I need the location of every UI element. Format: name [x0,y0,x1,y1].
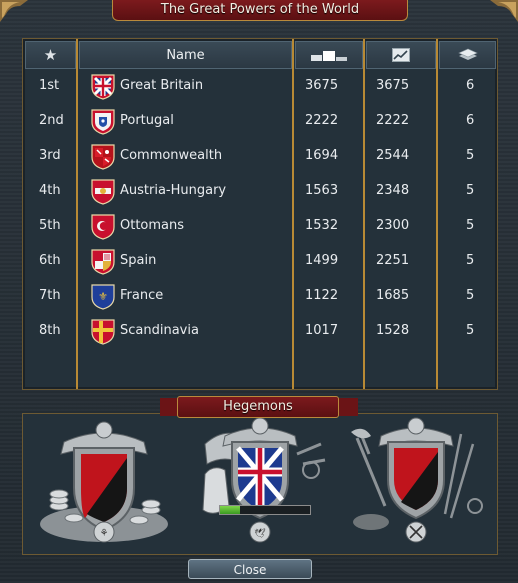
table-row[interactable]: 6th Spain 1499 2251 5 [23,244,497,279]
country-name: Austria-Hungary [120,183,227,198]
score-value: 1532 [305,218,339,233]
score-column-header[interactable] [295,41,363,69]
table-row[interactable]: 8th Scandinavia 1017 1528 5 [23,314,497,349]
hegemon-progress-fill [220,506,240,514]
hegemons-title: Hegemons [177,396,339,418]
svg-text:🕊: 🕊 [254,527,266,539]
corner-ornament-icon [490,0,518,22]
rank-label: 8th [39,323,61,338]
window-title: The Great Powers of the World [112,0,408,21]
banner-ribbon-right [338,398,358,416]
score-value: 1122 [305,288,339,303]
star-icon: ★ [43,46,58,64]
country-name: Scandinavia [120,323,199,338]
great-powers-window: The Great Powers of the World ★ Name 1st… [0,0,518,583]
score-value: 1694 [305,148,339,163]
score-value: 3675 [305,78,339,93]
provinces-value: 5 [466,218,475,233]
table-row[interactable]: 3rd Commonwealth 1694 2544 5 [23,139,497,174]
provinces-value: 5 [466,253,475,268]
great-powers-table: ★ Name 1st Great Britain 3675 3675 6 2nd… [22,38,498,390]
close-button[interactable]: Close [188,559,312,579]
growth-value: 3675 [376,78,410,93]
portugal-flag-icon [91,109,115,135]
growth-value: 2222 [376,113,410,128]
union-jack-flag-icon [91,74,115,100]
growth-value: 1528 [376,323,410,338]
provinces-column-header[interactable] [439,41,496,69]
growth-value: 2251 [376,253,410,268]
score-value: 1017 [305,323,339,338]
country-name: Spain [120,253,157,268]
provinces-value: 6 [466,113,475,128]
hegemon-progress-bar [219,505,311,515]
country-name: Portugal [120,113,174,128]
rank-label: 7th [39,288,61,303]
weapons-crest-icon[interactable] [341,414,491,552]
country-name: Great Britain [120,78,204,93]
table-row[interactable]: 7th ⚜ France 1122 1685 5 [23,279,497,314]
name-column-header[interactable]: Name [79,41,292,69]
stack-icon [457,48,478,60]
svg-text:⚘: ⚘ [100,528,109,539]
rank-label: 3rd [39,148,61,163]
table-row[interactable]: 5th Ottomans 1532 2300 5 [23,209,497,244]
line-chart-icon [392,48,410,62]
growth-value: 2300 [376,218,410,233]
provinces-value: 5 [466,288,475,303]
growth-value: 2348 [376,183,410,198]
scandinavia-flag-icon [91,319,115,345]
rank-label: 2nd [39,113,64,128]
provinces-value: 6 [466,78,475,93]
rank-label: 4th [39,183,61,198]
france-flag-icon: ⚜ [91,284,115,310]
table-row[interactable]: 4th Austria-Hungary 1563 2348 5 [23,174,497,209]
podium-icon [311,51,347,61]
austria-hungary-flag-icon [91,179,115,205]
svg-text:⚜: ⚜ [98,290,108,303]
provinces-value: 5 [466,148,475,163]
growth-value: 2544 [376,148,410,163]
commonwealth-flag-icon [91,144,115,170]
score-value: 2222 [305,113,339,128]
spain-flag-icon [91,249,115,275]
growth-value: 1685 [376,288,410,303]
name-header-label: Name [166,47,205,63]
country-name: France [120,288,164,303]
rank-label: 1st [39,78,60,93]
provinces-value: 5 [466,323,475,338]
table-row[interactable]: 2nd Portugal 2222 2222 6 [23,104,497,139]
horse-crest-icon[interactable]: 🕊 [185,414,335,552]
growth-column-header[interactable] [366,41,436,69]
rank-label: 6th [39,253,61,268]
corner-ornament-icon [0,0,28,22]
coins-crest-icon[interactable]: ⚘ [29,414,179,552]
provinces-value: 5 [466,183,475,198]
rank-column-header[interactable]: ★ [25,41,76,69]
country-name: Ottomans [120,218,185,233]
country-name: Commonwealth [120,148,223,163]
hegemons-panel: ⚘ 🕊 [22,413,498,555]
ottomans-flag-icon [91,214,115,240]
rank-label: 5th [39,218,61,233]
table-row[interactable]: 1st Great Britain 3675 3675 6 [23,69,497,104]
score-value: 1499 [305,253,339,268]
score-value: 1563 [305,183,339,198]
